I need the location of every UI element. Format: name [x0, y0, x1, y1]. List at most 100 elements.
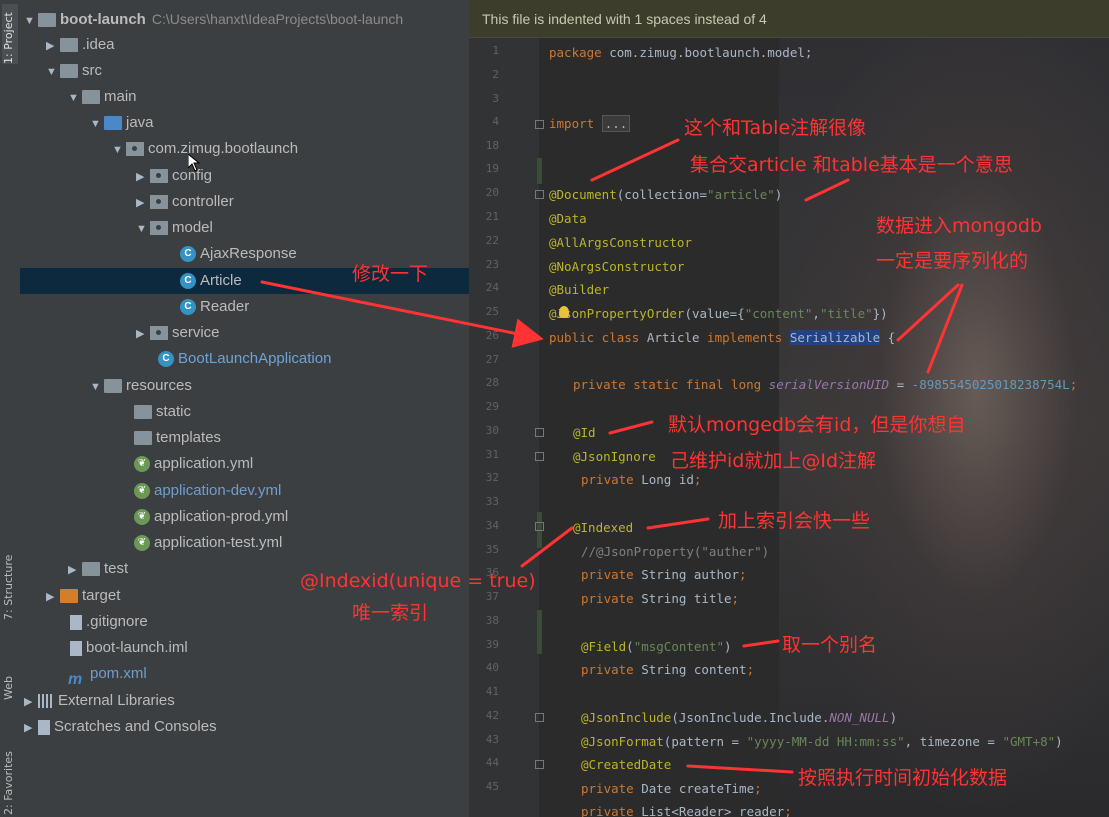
fold-icon[interactable] — [535, 522, 544, 531]
node-label: main — [104, 88, 137, 105]
module-file-icon — [70, 640, 82, 656]
folder-icon — [38, 13, 56, 28]
tree-node-gitignore[interactable]: .gitignore — [70, 609, 148, 635]
tree-node-pom[interactable]: m pom.xml — [68, 661, 147, 688]
chevron-down-icon[interactable]: ▼ — [68, 85, 82, 111]
code-token: (pattern = — [663, 734, 747, 749]
package-icon — [126, 142, 144, 157]
tree-node-controller[interactable]: ▶ controller — [136, 189, 234, 215]
node-label: .gitignore — [86, 613, 148, 630]
tree-node-java[interactable]: ▼ java — [90, 110, 154, 136]
code-token: "GMT+8" — [1002, 734, 1056, 749]
fold-icon[interactable] — [535, 760, 544, 769]
folder-icon — [134, 431, 152, 446]
chevron-down-icon[interactable]: ▼ — [136, 216, 150, 242]
tree-node-src[interactable]: ▼ src — [46, 58, 102, 84]
fold-icon[interactable] — [535, 713, 544, 722]
line-number: 33 — [485, 495, 499, 508]
fold-icon[interactable] — [535, 452, 544, 461]
code-token: private static final long — [573, 377, 769, 392]
chevron-down-icon[interactable]: ▼ — [24, 8, 38, 34]
tree-node-ajaxresponse[interactable]: C AjaxResponse — [180, 241, 297, 267]
library-icon — [38, 694, 54, 709]
chevron-right-icon[interactable]: ▶ — [24, 689, 38, 715]
line-number: 45 — [485, 780, 499, 793]
code-token: private — [581, 567, 634, 582]
tree-node-scratches[interactable]: ▶ Scratches and Consoles — [24, 714, 217, 740]
resources-folder-icon — [104, 379, 122, 394]
fold-icon[interactable] — [535, 428, 544, 437]
tree-node-iml[interactable]: boot-launch.iml — [70, 635, 188, 661]
annotation-note: 集合交article 和table基本是一个意思 — [690, 154, 1013, 176]
folder-icon — [82, 562, 100, 577]
line-number: 18 — [485, 139, 499, 152]
tree-node-static[interactable]: static — [134, 399, 191, 425]
chevron-down-icon[interactable]: ▼ — [46, 59, 60, 85]
tree-node-test[interactable]: ▶ test — [68, 556, 128, 582]
tree-node-application-dev-yml[interactable]: ❦ application-dev.yml — [134, 478, 281, 504]
tree-node-bootlaunchapplication[interactable]: C BootLaunchApplication — [158, 346, 331, 372]
annotation-note: 这个和Table注解很像 — [684, 117, 867, 139]
chevron-down-icon[interactable]: ▼ — [90, 111, 104, 137]
tree-node-reader[interactable]: C Reader — [180, 294, 249, 320]
node-label: Scratches and Consoles — [54, 718, 217, 735]
tab-structure[interactable]: 7: Structure — [2, 540, 18, 620]
code-token: ; — [746, 662, 755, 677]
scratches-icon — [38, 719, 50, 735]
tree-node-resources[interactable]: ▼ resources — [90, 373, 192, 399]
tree-node-external-libraries[interactable]: ▶ External Libraries — [24, 688, 175, 714]
tree-node-root[interactable]: ▼ boot-launch C:\Users\hanxt\IdeaProjects\… — [24, 6, 403, 32]
node-label: .idea — [82, 36, 115, 53]
package-icon — [150, 195, 168, 210]
tree-node-main[interactable]: ▼ main — [68, 84, 137, 110]
code-line: @Field("msgContent") — [581, 638, 732, 656]
tab-project[interactable]: 1: Project — [2, 4, 18, 64]
tree-node-idea[interactable]: ▶ .idea — [46, 32, 115, 58]
code-token: (JsonInclude.Include. — [671, 710, 830, 725]
tree-node-package[interactable]: ▼ com.zimug.bootlaunch — [112, 136, 298, 162]
line-number: 39 — [485, 638, 499, 651]
code-token: ; — [754, 781, 762, 796]
code-line: private String title; — [581, 590, 739, 608]
code-line: package com.zimug.bootlaunch.model; — [549, 44, 812, 62]
node-label: application-dev.yml — [154, 482, 282, 499]
tree-node-service[interactable]: ▶ service — [136, 320, 220, 346]
tree-node-target[interactable]: ▶ target — [46, 583, 120, 609]
chevron-right-icon[interactable]: ▶ — [24, 715, 38, 741]
lightbulb-icon[interactable] — [559, 306, 569, 318]
tree-node-application-yml[interactable]: ❦ application.yml — [134, 451, 253, 477]
node-label: AjaxResponse — [200, 245, 297, 262]
fold-icon[interactable] — [535, 190, 544, 199]
tab-favorites[interactable]: 2: Favorites — [2, 740, 18, 815]
chevron-right-icon[interactable]: ▶ — [136, 190, 150, 216]
line-number: 41 — [485, 685, 499, 698]
code-token: @JsonInclude — [581, 710, 672, 725]
code-token: private — [581, 591, 634, 606]
tree-node-application-test-yml[interactable]: ❦ application-test.yml — [134, 530, 282, 556]
folder-icon — [134, 405, 152, 420]
chevron-down-icon[interactable]: ▼ — [90, 374, 104, 400]
chevron-right-icon[interactable]: ▶ — [46, 584, 60, 610]
chevron-right-icon[interactable]: ▶ — [46, 33, 60, 59]
tree-node-templates[interactable]: templates — [134, 425, 221, 451]
fold-icon[interactable] — [535, 120, 544, 129]
line-number: 20 — [485, 186, 499, 199]
tree-node-model[interactable]: ▼ model — [136, 215, 213, 241]
code-line: //@JsonProperty("auther") — [581, 544, 770, 559]
tree-node-application-prod-yml[interactable]: ❦ application-prod.yml — [134, 504, 288, 530]
code-token: (value={ — [684, 306, 745, 321]
chevron-right-icon[interactable]: ▶ — [68, 557, 82, 583]
chevron-right-icon[interactable]: ▶ — [136, 321, 150, 347]
line-number: 19 — [485, 162, 499, 175]
root-path: C:\Users\hanxt\IdeaProjects\boot-launch — [151, 11, 404, 27]
line-number: 40 — [485, 661, 499, 674]
code-token: ) — [774, 187, 783, 202]
code-line: @JsonIgnore — [573, 449, 656, 464]
tab-web[interactable]: Web — [2, 660, 18, 700]
tree-node-config[interactable]: ▶ config — [136, 163, 212, 189]
chevron-down-icon[interactable]: ▼ — [112, 137, 126, 163]
node-label: pom.xml — [90, 665, 147, 682]
code-token: String content — [633, 662, 747, 677]
chevron-right-icon[interactable]: ▶ — [136, 164, 150, 190]
folded-imports[interactable]: ... — [601, 115, 631, 132]
